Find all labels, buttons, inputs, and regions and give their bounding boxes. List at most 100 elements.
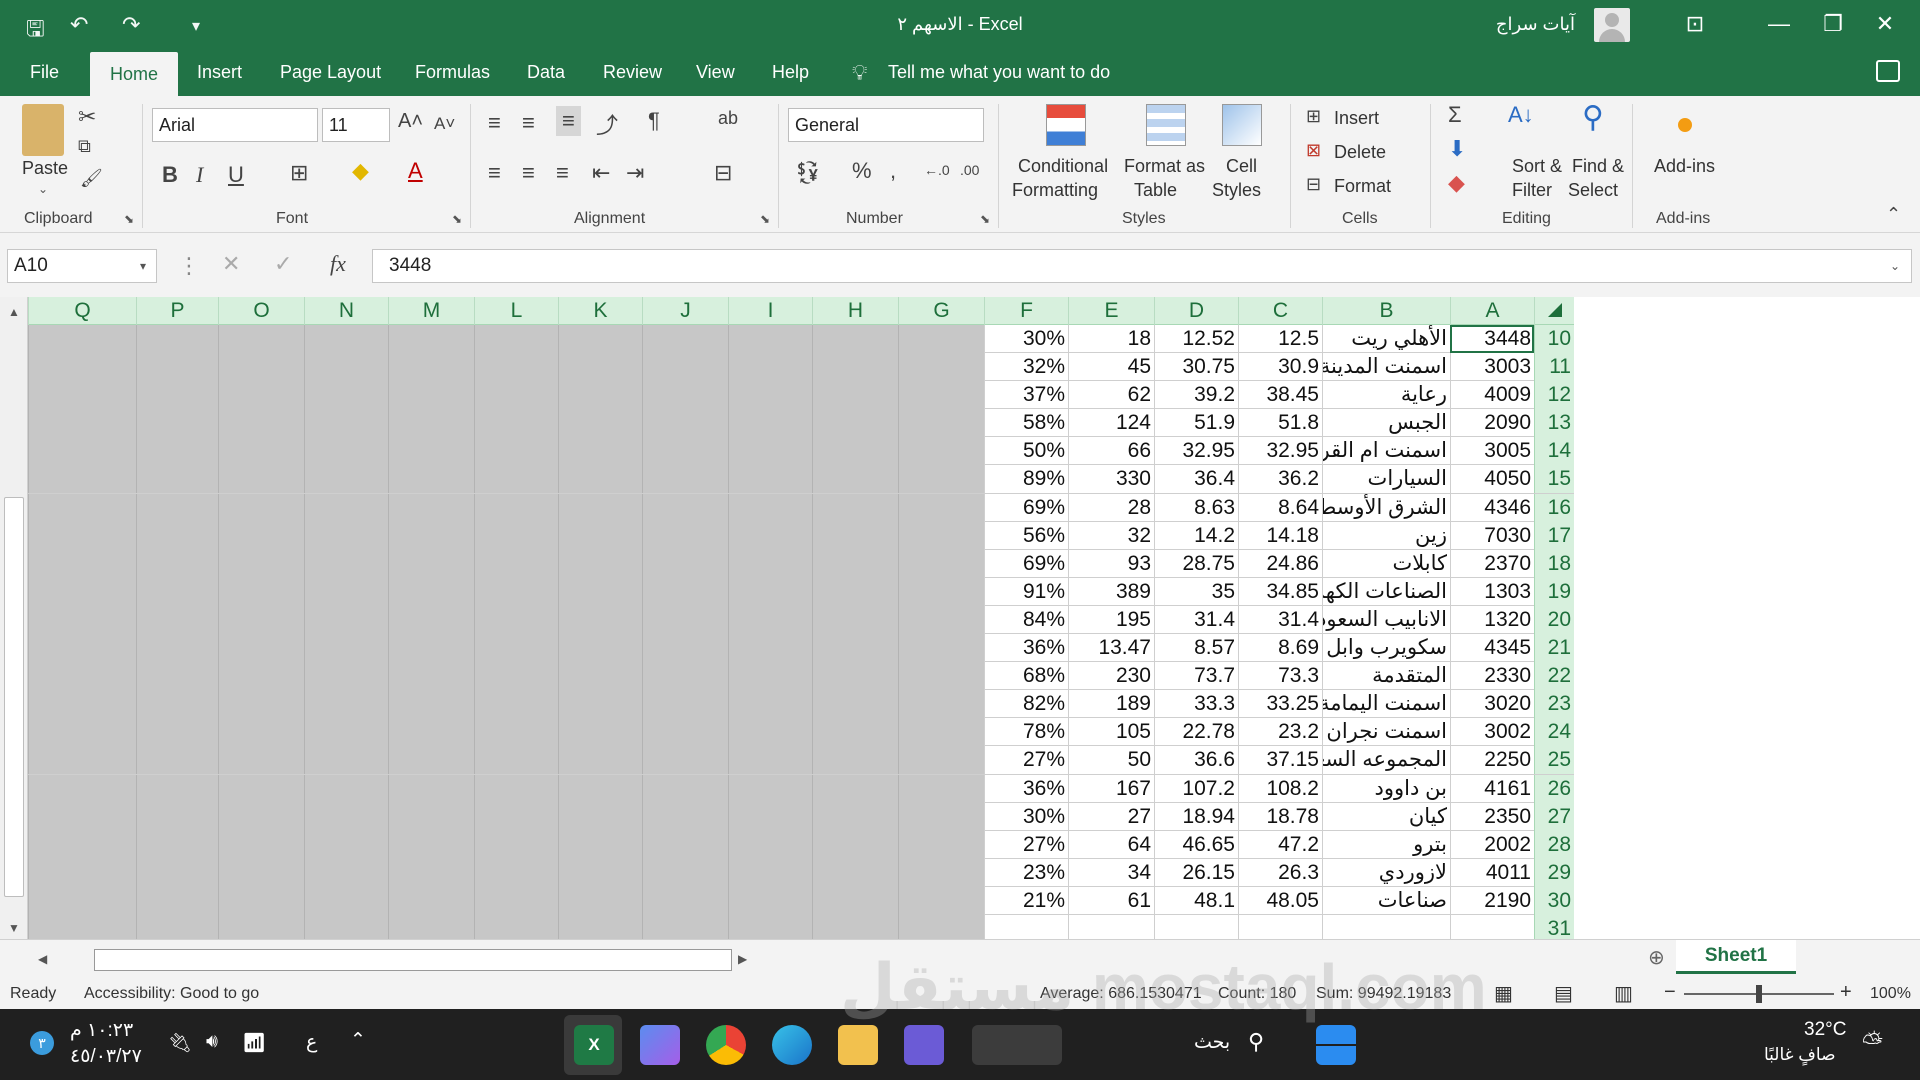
formula-options-icon[interactable]: ⋮ bbox=[178, 253, 200, 279]
cell-a[interactable]: 4346 bbox=[1450, 493, 1534, 522]
cell-empty[interactable] bbox=[812, 549, 898, 578]
cell-empty[interactable] bbox=[812, 662, 898, 691]
cell-c[interactable]: 18.78 bbox=[1238, 802, 1322, 831]
increase-font-icon[interactable]: A˄ bbox=[398, 110, 423, 133]
clear-icon[interactable]: ◆ bbox=[1448, 170, 1465, 196]
cell-d[interactable]: 36.4 bbox=[1154, 465, 1238, 494]
cell-f[interactable]: 30% bbox=[984, 802, 1068, 831]
cell-empty[interactable] bbox=[642, 577, 728, 606]
cell-empty[interactable] bbox=[474, 549, 558, 578]
normal-view-icon[interactable]: ▦ bbox=[1494, 981, 1513, 1006]
row-header[interactable]: 20 bbox=[1534, 605, 1574, 634]
cell-empty[interactable] bbox=[812, 325, 898, 353]
page-layout-view-icon[interactable]: ▤ bbox=[1554, 981, 1573, 1006]
cell-e[interactable]: 389 bbox=[1068, 577, 1154, 606]
italic-icon[interactable]: I bbox=[196, 162, 203, 188]
cell-empty[interactable] bbox=[728, 774, 812, 803]
cell-empty[interactable] bbox=[728, 746, 812, 775]
cell-empty[interactable] bbox=[474, 325, 558, 353]
cell-empty[interactable] bbox=[304, 802, 388, 831]
cell-d[interactable]: 12.52 bbox=[1154, 325, 1238, 353]
format-as-table-line2[interactable]: Table bbox=[1134, 180, 1177, 201]
cell-empty[interactable] bbox=[474, 381, 558, 410]
cell-empty[interactable] bbox=[28, 746, 136, 775]
cell-e[interactable]: 195 bbox=[1068, 605, 1154, 634]
cell-empty[interactable] bbox=[728, 325, 812, 353]
cell-e[interactable]: 50 bbox=[1068, 746, 1154, 775]
cell-empty[interactable] bbox=[136, 577, 218, 606]
cell-empty[interactable] bbox=[28, 774, 136, 803]
cell-a[interactable]: 3020 bbox=[1450, 690, 1534, 719]
cell-empty[interactable] bbox=[28, 465, 136, 494]
cell-f[interactable]: 27% bbox=[984, 746, 1068, 775]
add-ins-button[interactable]: Add-ins bbox=[1654, 156, 1715, 177]
clock-date[interactable]: ٤٥/٠٣/٢٧ bbox=[70, 1045, 142, 1068]
cell-empty[interactable] bbox=[136, 381, 218, 410]
zoom-slider-thumb[interactable] bbox=[1756, 985, 1762, 1003]
cell-empty[interactable] bbox=[474, 774, 558, 803]
decrease-font-icon[interactable]: A˅ bbox=[434, 114, 455, 134]
bold-icon[interactable]: B bbox=[162, 162, 178, 188]
wifi-icon[interactable]: 📶︎ bbox=[242, 1031, 266, 1055]
decrease-indent-icon[interactable]: ⇤ bbox=[592, 160, 610, 186]
cell-empty[interactable] bbox=[218, 830, 304, 859]
cell-empty[interactable] bbox=[642, 465, 728, 494]
cell-empty[interactable] bbox=[474, 493, 558, 522]
cell-empty[interactable] bbox=[898, 325, 984, 353]
cell-empty[interactable] bbox=[304, 409, 388, 438]
cell-empty[interactable] bbox=[558, 465, 642, 494]
row-header[interactable]: 11 bbox=[1534, 353, 1574, 382]
cell-empty[interactable] bbox=[898, 437, 984, 466]
column-header-p[interactable]: P bbox=[136, 297, 218, 325]
column-header-j[interactable]: J bbox=[642, 297, 728, 325]
fill-color-icon[interactable]: ◆ bbox=[352, 158, 369, 184]
column-header-f[interactable]: F bbox=[984, 297, 1068, 325]
cell-b[interactable]: كابلات bbox=[1322, 549, 1450, 578]
cell-empty[interactable] bbox=[218, 886, 304, 915]
cell-e[interactable]: 105 bbox=[1068, 718, 1154, 747]
cell-empty[interactable] bbox=[304, 774, 388, 803]
new-sheet-icon[interactable]: ⊕ bbox=[1648, 945, 1665, 970]
cell-d[interactable]: 28.75 bbox=[1154, 549, 1238, 578]
cell-f[interactable]: 91% bbox=[984, 577, 1068, 606]
row-header[interactable]: 15 bbox=[1534, 465, 1574, 494]
cell-d[interactable]: 31.4 bbox=[1154, 605, 1238, 634]
cell-empty[interactable] bbox=[304, 465, 388, 494]
cell-empty[interactable] bbox=[558, 886, 642, 915]
column-header-b[interactable]: B bbox=[1322, 297, 1450, 325]
cell-b[interactable]: الصناعات الكهربائيه bbox=[1322, 577, 1450, 606]
cell-empty[interactable] bbox=[898, 858, 984, 887]
cell-c[interactable]: 37.15 bbox=[1238, 746, 1322, 775]
insert-cells-icon[interactable]: ⊞ bbox=[1306, 106, 1321, 127]
tab-scroll-left-icon[interactable]: ◀ bbox=[38, 952, 47, 966]
cell-empty[interactable] bbox=[28, 802, 136, 831]
copilot-icon[interactable] bbox=[640, 1025, 680, 1065]
cell-b[interactable] bbox=[1322, 914, 1450, 939]
cell-f[interactable]: 69% bbox=[984, 549, 1068, 578]
cell-empty[interactable] bbox=[218, 718, 304, 747]
cell-empty[interactable] bbox=[898, 381, 984, 410]
cell-empty[interactable] bbox=[812, 690, 898, 719]
cell-empty[interactable] bbox=[558, 325, 642, 353]
cell-empty[interactable] bbox=[28, 493, 136, 522]
cell-empty[interactable] bbox=[218, 325, 304, 353]
row-header[interactable]: 19 bbox=[1534, 577, 1574, 606]
tell-me-search[interactable]: Tell me what you want to do bbox=[888, 62, 1110, 83]
cell-d[interactable]: 22.78 bbox=[1154, 718, 1238, 747]
borders-icon[interactable]: ⊞ bbox=[290, 160, 308, 186]
excel-icon[interactable]: X bbox=[574, 1025, 614, 1065]
accounting-format-icon[interactable]: 💱︎ bbox=[794, 160, 822, 186]
cell-empty[interactable] bbox=[218, 493, 304, 522]
row-header[interactable]: 25 bbox=[1534, 746, 1574, 775]
orientation-icon[interactable]: ⤴ bbox=[596, 108, 618, 140]
vertical-scrollbar[interactable]: ▲ ▼ bbox=[0, 297, 28, 939]
cell-empty[interactable] bbox=[558, 802, 642, 831]
zoom-level[interactable]: 100% bbox=[1870, 985, 1911, 1003]
column-header-k[interactable]: K bbox=[558, 297, 642, 325]
cell-c[interactable]: 26.3 bbox=[1238, 858, 1322, 887]
cell-empty[interactable] bbox=[812, 746, 898, 775]
cell-empty[interactable] bbox=[812, 886, 898, 915]
cancel-icon[interactable]: ✕ bbox=[222, 251, 240, 277]
row-header[interactable]: 24 bbox=[1534, 718, 1574, 747]
cell-empty[interactable] bbox=[898, 521, 984, 550]
